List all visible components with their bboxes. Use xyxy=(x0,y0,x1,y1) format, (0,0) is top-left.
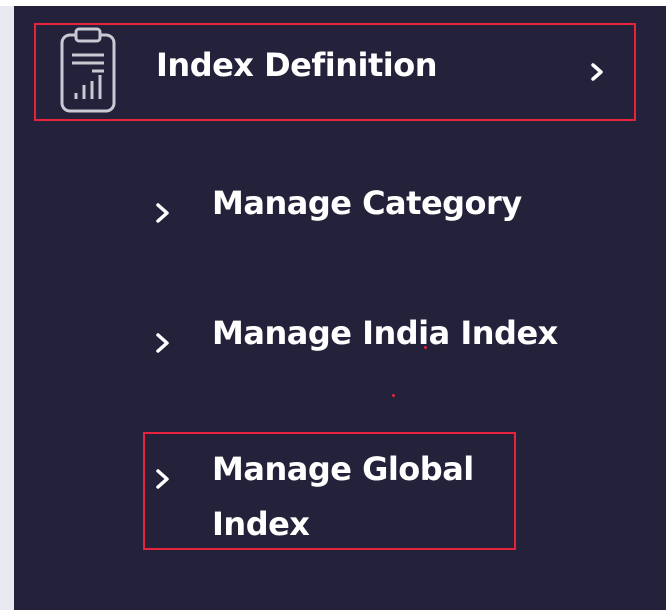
page-background-strip xyxy=(0,0,14,610)
chevron-right-icon xyxy=(154,460,172,489)
annotation-dot xyxy=(424,346,427,349)
sidebar-subitem-manage-india-index[interactable]: Manage India Index xyxy=(154,310,594,360)
chevron-right-icon xyxy=(154,194,172,223)
sidebar-subitem-label: Manage India Index xyxy=(212,314,558,352)
page: Index Definition Manage Category Manage … xyxy=(0,0,666,610)
sidebar-item-label: Index Definition xyxy=(156,46,438,84)
sidebar-item-index-definition[interactable]: Index Definition xyxy=(36,25,634,119)
sidebar-subitem-label: Manage Global Index xyxy=(212,450,474,543)
chevron-right-icon xyxy=(586,53,608,81)
report-chart-icon xyxy=(58,25,118,115)
sidebar-menu: Index Definition Manage Category Manage … xyxy=(14,6,666,610)
sidebar-subitem-manage-global-index[interactable]: Manage Global Index xyxy=(154,446,594,546)
chevron-right-icon xyxy=(154,324,172,353)
annotation-dot xyxy=(392,394,395,397)
sidebar-subitem-manage-category[interactable]: Manage Category xyxy=(154,180,594,230)
sidebar-subitem-label: Manage Category xyxy=(212,184,522,222)
